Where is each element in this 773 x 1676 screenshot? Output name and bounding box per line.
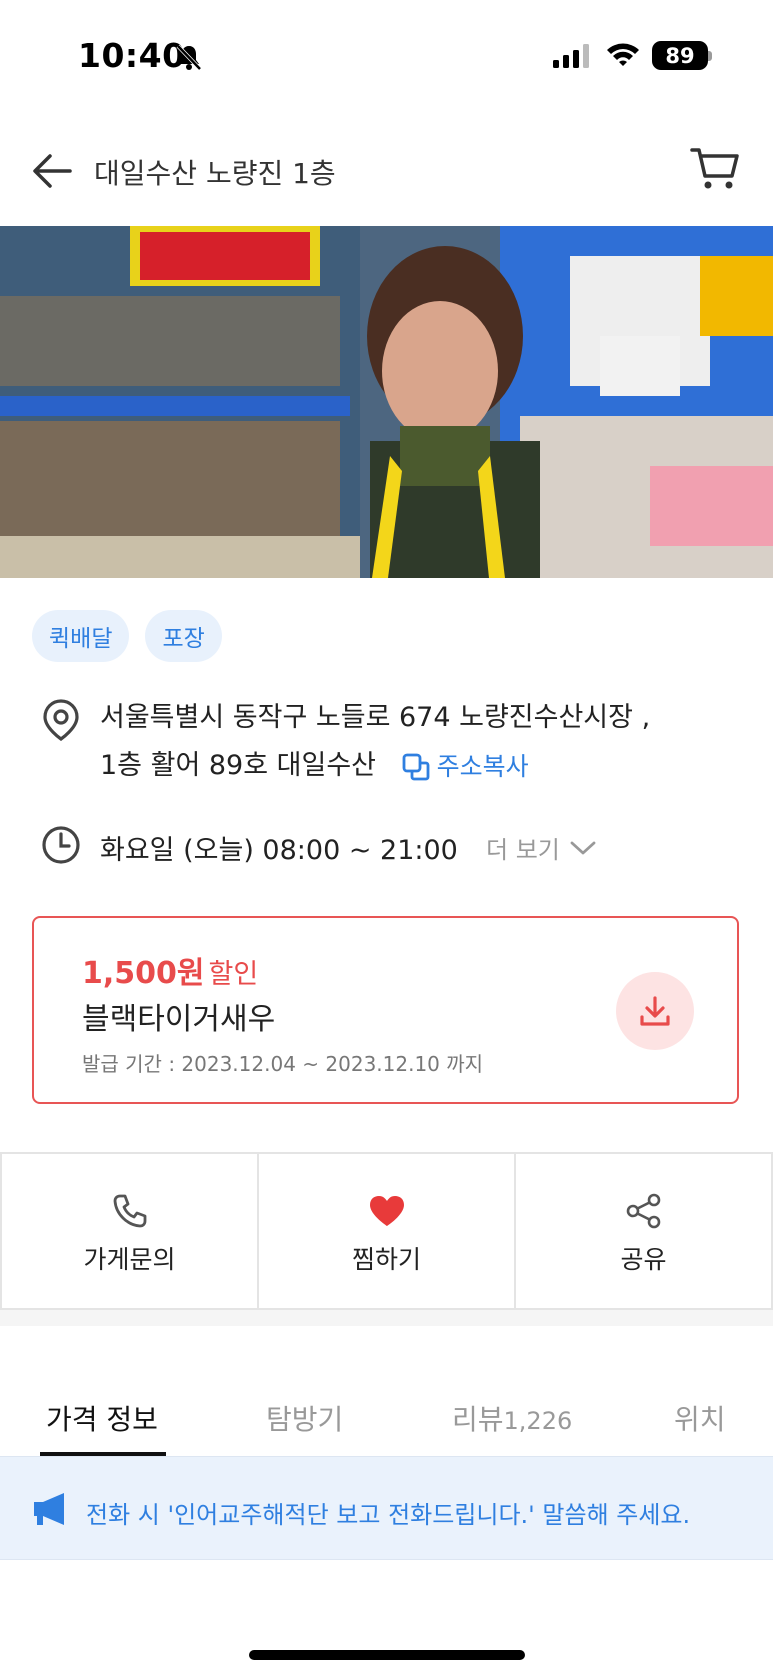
coupon-amount-suffix: 할인: [208, 959, 259, 990]
address-line-2: 1층 활어 89호 대일수산: [100, 750, 377, 781]
bell-muted-icon: [176, 44, 202, 71]
tab-reviews[interactable]: 리뷰1,226: [452, 1398, 572, 1438]
wifi-icon: [607, 43, 639, 66]
page-title: 대일수산 노량진 1층: [94, 157, 336, 190]
phone-icon-wrap: [111, 1190, 149, 1232]
more-hours-label: 더 보기: [486, 836, 560, 864]
tab-reviews-label: 리뷰: [452, 1403, 504, 1436]
share-button[interactable]: 공유: [514, 1154, 773, 1308]
discount-coupon: 1,500원 할인 블랙타이거새우 발급 기간 : 2023.12.04 ~ 20…: [32, 916, 739, 1104]
store-inquiry-label: 가게문의: [83, 1245, 176, 1274]
back-arrow-icon[interactable]: [30, 148, 76, 194]
battery-cap: [708, 51, 712, 61]
favorite-button[interactable]: 찜하기: [257, 1154, 514, 1308]
business-hours: 화요일 (오늘) 08:00 ~ 21:00: [100, 835, 458, 866]
megaphone-icon: [34, 1493, 64, 1525]
coupon-amount: 1,500원: [82, 956, 205, 991]
copy-icon: [402, 753, 430, 780]
heart-icon-wrap: [368, 1190, 406, 1232]
address-line-1: 서울특별시 동작구 노들로 674 노량진수산시장 ,: [100, 702, 651, 733]
share-icon-wrap: [625, 1190, 663, 1232]
copy-address-button[interactable]: 주소복사: [401, 743, 529, 791]
favorite-label: 찜하기: [351, 1245, 421, 1274]
hours-row: 화요일 (오늘) 08:00 ~ 21:00 더 보기: [40, 820, 760, 870]
more-hours-button[interactable]: 더 보기: [486, 830, 596, 865]
tag-quick-delivery: 퀵배달: [32, 610, 130, 662]
home-indicator[interactable]: [249, 1650, 525, 1660]
heart-icon: [369, 1196, 404, 1226]
tab-location[interactable]: 위치: [674, 1398, 726, 1438]
chevron-down-icon: [570, 841, 596, 854]
detail-tabs: 가격 정보 탐방기 리뷰1,226 위치: [0, 1390, 773, 1456]
clock-icon: [42, 826, 80, 864]
store-inquiry-button[interactable]: 가게문의: [0, 1154, 257, 1308]
store-photo: [0, 226, 773, 578]
tab-visit-log[interactable]: 탐방기: [266, 1398, 343, 1438]
phone-icon: [113, 1194, 146, 1228]
cellular-signal-icon: [553, 44, 589, 68]
tab-price-info[interactable]: 가격 정보: [46, 1398, 158, 1438]
cart-icon[interactable]: [690, 144, 740, 192]
battery-indicator: 89: [652, 41, 708, 70]
coupon-amount-wrap: 1,500원 할인: [82, 948, 258, 992]
header: 대일수산 노량진 1층: [0, 126, 773, 212]
share-label: 공유: [620, 1245, 667, 1274]
section-divider: [0, 1310, 773, 1326]
status-time: 10:40: [78, 36, 186, 75]
tag-takeout: 포장: [145, 610, 222, 662]
coupon-download-button[interactable]: [616, 972, 694, 1050]
status-bar: 10:40 89: [0, 0, 773, 112]
review-count: 1,226: [503, 1407, 573, 1435]
service-tags: 퀵배달 포장: [32, 610, 222, 662]
call-notice-text: 전화 시 '인어교주해적단 보고 전화드립니다.' 말씀해 주세요.: [86, 1501, 691, 1529]
share-icon: [626, 1193, 660, 1229]
action-bar: 가게문의 찜하기 공유: [0, 1152, 773, 1310]
call-notice-banner: 전화 시 '인어교주해적단 보고 전화드립니다.' 말씀해 주세요.: [0, 1456, 773, 1560]
address-line-2-wrap: 1층 활어 89호 대일수산 주소복사: [100, 742, 760, 791]
download-icon: [640, 996, 670, 1026]
address-text: 서울특별시 동작구 노들로 674 노량진수산시장 , 1층 활어 89호 대일…: [100, 694, 760, 791]
copy-address-label: 주소복사: [436, 751, 529, 781]
location-pin-icon: [43, 699, 79, 741]
coupon-product-name: 블랙타이거새우: [82, 1002, 276, 1037]
coupon-period: 발급 기간 : 2023.12.04 ~ 2023.12.10 까지: [82, 1052, 484, 1076]
